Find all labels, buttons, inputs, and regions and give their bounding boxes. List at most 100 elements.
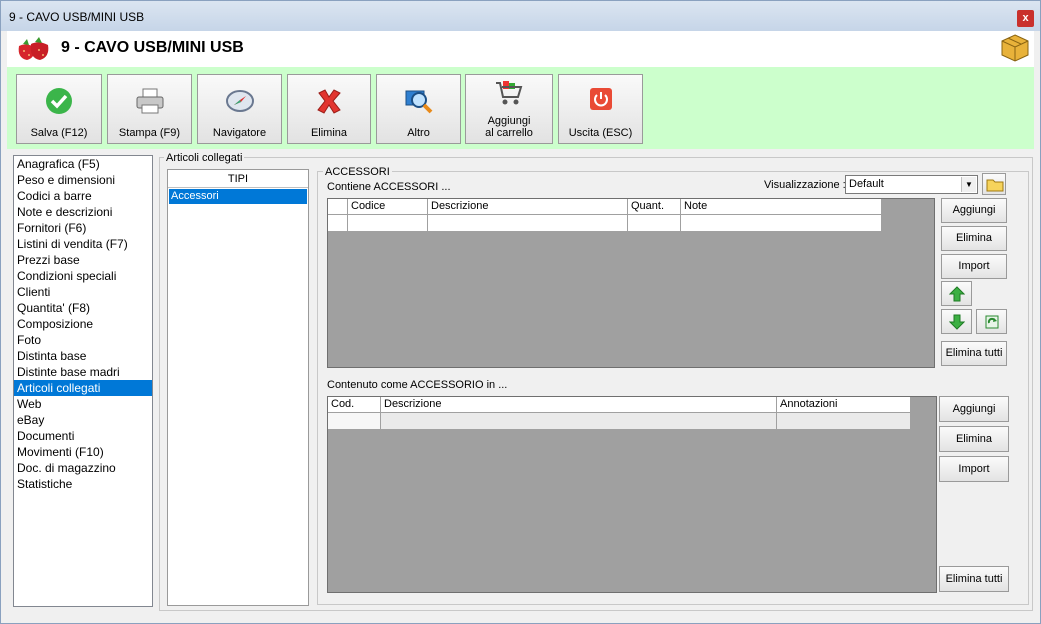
nav-item-listini-vendita[interactable]: Listini di vendita (F7) bbox=[14, 236, 152, 252]
add-to-cart-button[interactable]: Aggiungi al carrello bbox=[465, 74, 553, 144]
delete-label: Elimina bbox=[310, 127, 348, 139]
table-row[interactable] bbox=[328, 215, 882, 231]
nav-item-note-descrizioni[interactable]: Note e descrizioni bbox=[14, 204, 152, 220]
magnifier-icon bbox=[405, 90, 432, 114]
col-quantita[interactable]: Quant. bbox=[628, 199, 681, 215]
nav-item-prezzi-base[interactable]: Prezzi base bbox=[14, 252, 152, 268]
move-up-button[interactable] bbox=[941, 281, 972, 306]
contenuto-grid[interactable]: Cod. Descrizione Annotazioni bbox=[327, 396, 937, 593]
nav-item-distinta-base[interactable]: Distinta base bbox=[14, 348, 152, 364]
chevron-down-icon[interactable]: ▼ bbox=[961, 177, 976, 192]
arrow-down-icon bbox=[949, 314, 965, 330]
add-contenuto-button[interactable]: Aggiungi bbox=[939, 396, 1009, 422]
nav-item-composizione[interactable]: Composizione bbox=[14, 316, 152, 332]
save-label: Salva (F12) bbox=[30, 127, 88, 139]
close-button[interactable]: x bbox=[1017, 10, 1034, 27]
nav-item-clienti[interactable]: Clienti bbox=[14, 284, 152, 300]
refresh-icon bbox=[985, 315, 999, 329]
table-cell[interactable] bbox=[328, 413, 381, 429]
accessori-grid[interactable]: Codice Descrizione Quant. Note bbox=[327, 198, 935, 368]
remove-all-contenuto-button[interactable]: Elimina tutti bbox=[939, 566, 1009, 592]
remove-contenuto-button[interactable]: Elimina bbox=[939, 426, 1009, 452]
visualizzazione-select[interactable]: Default ▼ bbox=[845, 175, 978, 194]
package-box-icon bbox=[1001, 34, 1029, 62]
compass-icon bbox=[225, 90, 254, 112]
navigator-button[interactable]: Navigatore bbox=[197, 74, 282, 144]
table-cell[interactable] bbox=[348, 215, 428, 231]
remove-accessorio-button[interactable]: Elimina bbox=[941, 226, 1007, 251]
arrow-up-icon bbox=[949, 286, 965, 302]
nav-item-ebay[interactable]: eBay bbox=[14, 412, 152, 428]
document-header: 9 - CAVO USB/MINI USB bbox=[7, 31, 1034, 67]
contenuto-label: Contenuto come ACCESSORIO in ... bbox=[327, 379, 508, 391]
document-title: 9 - CAVO USB/MINI USB bbox=[61, 39, 244, 56]
nav-item-quantita[interactable]: Quantita' (F8) bbox=[14, 300, 152, 316]
strawberry-icon bbox=[18, 37, 49, 60]
other-button[interactable]: Altro bbox=[376, 74, 461, 144]
table-row[interactable] bbox=[328, 413, 911, 429]
power-icon bbox=[589, 88, 612, 110]
section-list: Anagrafica (F5) Peso e dimensioni Codici… bbox=[13, 155, 153, 607]
add-accessorio-button[interactable]: Aggiungi bbox=[941, 198, 1007, 223]
red-x-icon bbox=[317, 89, 341, 114]
print-label: Stampa (F9) bbox=[118, 127, 181, 139]
application-window: 9 - CAVO USB/MINI USB x 9 - CAVO USB/MIN… bbox=[0, 0, 1041, 624]
accessori-group-label: ACCESSORI bbox=[323, 166, 392, 178]
visualizzazione-value: Default bbox=[849, 178, 884, 190]
table-cell[interactable] bbox=[428, 215, 628, 231]
move-down-button[interactable] bbox=[941, 309, 972, 334]
col-note[interactable]: Note bbox=[681, 199, 882, 215]
articoli-collegati-label: Articoli collegati bbox=[164, 152, 245, 164]
col-annotazioni[interactable]: Annotazioni bbox=[777, 397, 911, 413]
table-cell[interactable] bbox=[681, 215, 882, 231]
delete-button[interactable]: Elimina bbox=[287, 74, 371, 144]
remove-all-accessori-button[interactable]: Elimina tutti bbox=[941, 341, 1007, 366]
nav-item-movimenti[interactable]: Movimenti (F10) bbox=[14, 444, 152, 460]
import-contenuto-button[interactable]: Import bbox=[939, 456, 1009, 482]
folder-button[interactable] bbox=[982, 173, 1006, 195]
row-header-cell bbox=[328, 199, 348, 215]
exit-label: Uscita (ESC) bbox=[568, 127, 633, 139]
nav-item-web[interactable]: Web bbox=[14, 396, 152, 412]
contenuto-grid-header: Cod. Descrizione Annotazioni bbox=[328, 397, 911, 413]
add-to-cart-label: Aggiungi al carrello bbox=[485, 115, 533, 139]
other-label: Altro bbox=[407, 127, 430, 139]
visualizzazione-label: Visualizzazione : bbox=[764, 179, 846, 191]
tipi-item-accessori[interactable]: Accessori bbox=[169, 189, 307, 204]
col-descrizione[interactable]: Descrizione bbox=[428, 199, 628, 215]
col-cod[interactable]: Cod. bbox=[328, 397, 381, 413]
nav-item-anagrafica[interactable]: Anagrafica (F5) bbox=[14, 156, 152, 172]
contiene-label: Contiene ACCESSORI ... bbox=[327, 181, 451, 193]
save-button[interactable]: Salva (F12) bbox=[16, 74, 102, 144]
cart-icon bbox=[496, 81, 523, 105]
folder-icon bbox=[986, 179, 1004, 192]
table-cell[interactable] bbox=[328, 215, 348, 231]
exit-button[interactable]: Uscita (ESC) bbox=[558, 74, 643, 144]
nav-item-fornitori[interactable]: Fornitori (F6) bbox=[14, 220, 152, 236]
nav-item-peso-dimensioni[interactable]: Peso e dimensioni bbox=[14, 172, 152, 188]
nav-item-statistiche[interactable]: Statistiche bbox=[14, 476, 152, 492]
col-descrizione[interactable]: Descrizione bbox=[381, 397, 777, 413]
navigator-label: Navigatore bbox=[212, 127, 267, 139]
refresh-button[interactable] bbox=[976, 309, 1007, 334]
tipi-list: TIPI Accessori bbox=[167, 169, 309, 606]
tipi-header: TIPI bbox=[168, 170, 308, 188]
table-cell[interactable] bbox=[381, 413, 777, 429]
table-cell[interactable] bbox=[628, 215, 681, 231]
print-button[interactable]: Stampa (F9) bbox=[107, 74, 192, 144]
toolbar: Salva (F12) Stampa (F9) Navigatore Elimi… bbox=[7, 67, 1034, 149]
col-codice[interactable]: Codice bbox=[348, 199, 428, 215]
nav-item-foto[interactable]: Foto bbox=[14, 332, 152, 348]
title-bar: 9 - CAVO USB/MINI USB x bbox=[1, 1, 1040, 31]
nav-item-condizioni-speciali[interactable]: Condizioni speciali bbox=[14, 268, 152, 284]
import-accessori-button[interactable]: Import bbox=[941, 254, 1007, 279]
nav-item-codici-barre[interactable]: Codici a barre bbox=[14, 188, 152, 204]
table-cell[interactable] bbox=[777, 413, 911, 429]
check-icon bbox=[46, 88, 72, 114]
printer-icon bbox=[136, 88, 163, 114]
nav-item-distinte-base-madri[interactable]: Distinte base madri bbox=[14, 364, 152, 380]
nav-item-doc-magazzino[interactable]: Doc. di magazzino bbox=[14, 460, 152, 476]
nav-item-articoli-collegati[interactable]: Articoli collegati bbox=[14, 380, 152, 396]
nav-item-documenti[interactable]: Documenti bbox=[14, 428, 152, 444]
window-title: 9 - CAVO USB/MINI USB bbox=[9, 10, 145, 24]
